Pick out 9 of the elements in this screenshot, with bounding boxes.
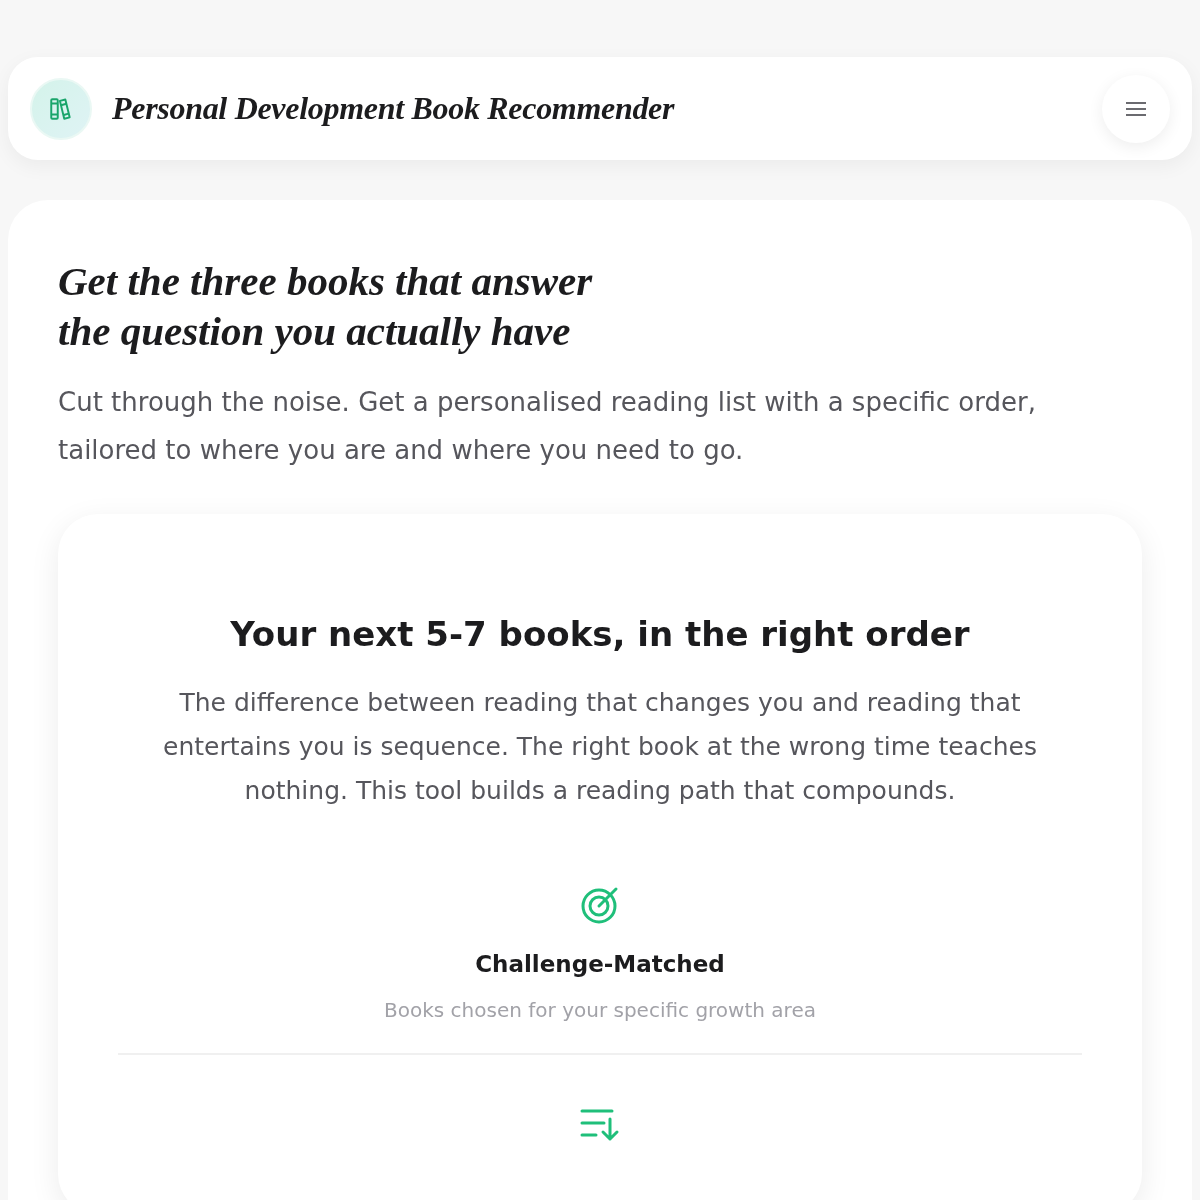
menu-icon bbox=[1126, 100, 1146, 117]
card-description: The difference between reading that changes you and reading that entertains you is sequence. The right book at the wrong time teaches nothing. This tool builds a reading path that compounds. bbox=[162, 686, 1038, 807]
books-icon bbox=[48, 95, 74, 122]
hero-subtitle: Cut through the noise. Get a personalised reading list with a specific order, tailored to where you are and where you need to go. bbox=[58, 386, 1037, 467]
feature-title: Challenge-Matched bbox=[474, 949, 726, 979]
app-title: Personal Development Book Recommender bbox=[112, 89, 675, 128]
card-title: Your next 5-7 books, in the right order bbox=[229, 614, 971, 655]
hero-heading: Get the three books that answer the question you actually have bbox=[58, 257, 594, 356]
feature-description: Books chosen for your specific growth area bbox=[383, 997, 817, 1025]
